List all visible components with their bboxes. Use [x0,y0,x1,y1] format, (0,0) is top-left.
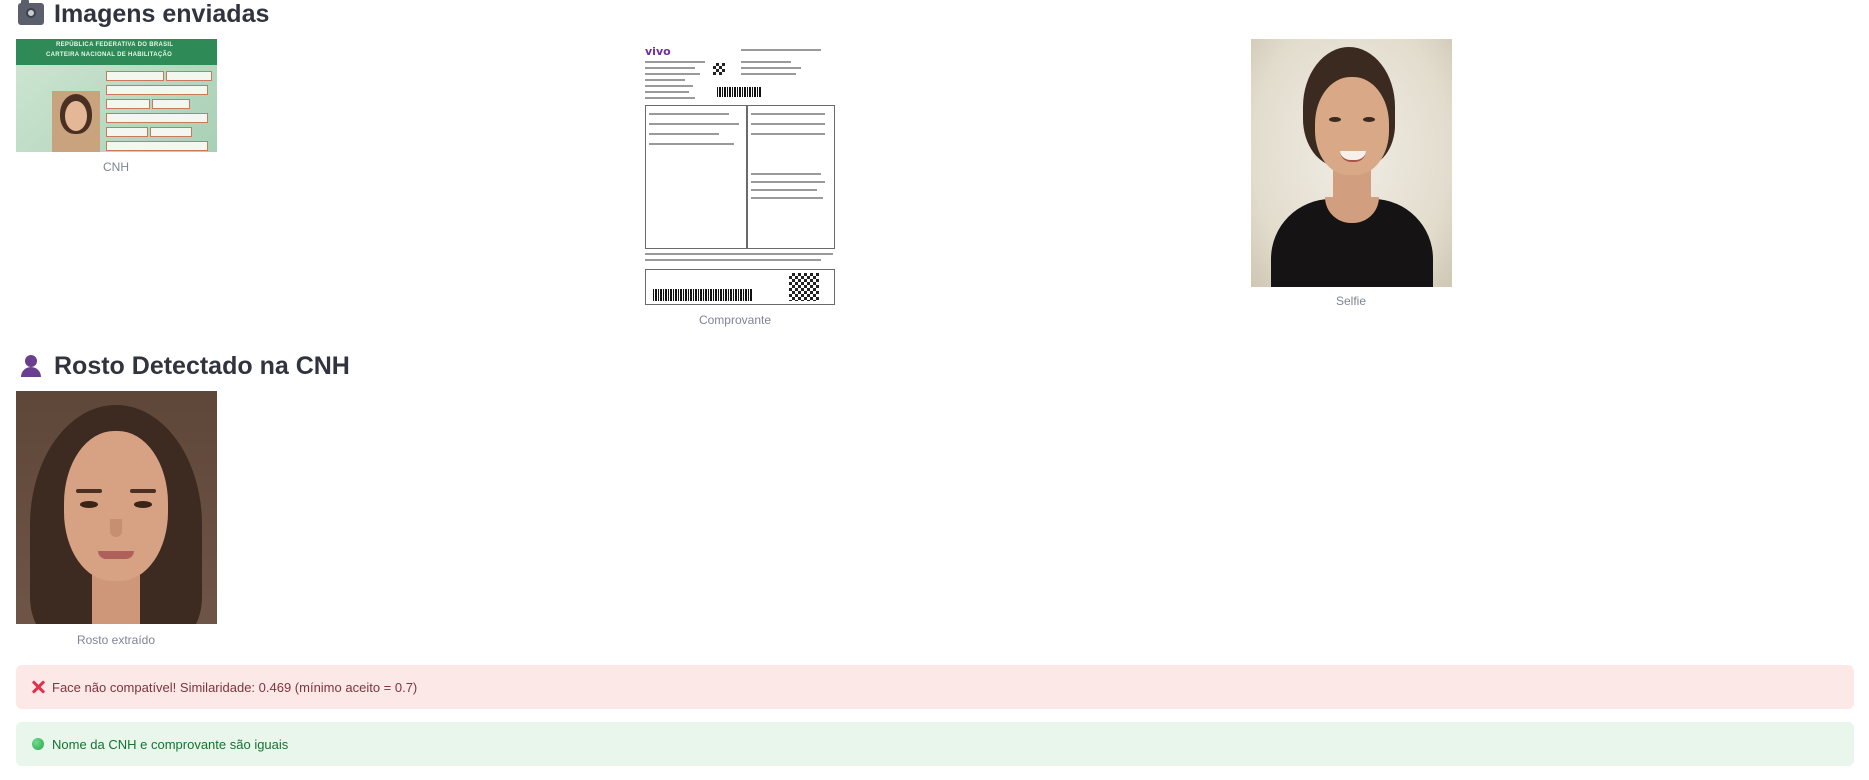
selfie-image [1251,39,1452,287]
cross-mark-icon [30,679,46,695]
cnh-subheader-text: CARTEIRA NACIONAL DE HABILITAÇÃO [46,52,173,58]
name-match-alert: Nome da CNH e comprovante são iguais [16,722,1854,766]
face-mismatch-text: Face não compatível! Similaridade: 0.469… [52,679,418,695]
camera-icon [18,0,44,25]
extracted-face-caption: Rosto extraído [76,633,156,647]
section-title-detected-label: Rosto Detectado na CNH [54,351,350,380]
face-mismatch-alert: Face não compatível! Similaridade: 0.469… [16,665,1854,709]
green-circle-icon [32,738,44,750]
section-title-uploaded-label: Imagens enviadas [54,0,270,28]
comprovante-image: vivo [643,43,836,305]
section-title-detected: Rosto Detectado na CNH [18,352,350,380]
name-match-text: Nome da CNH e comprovante são iguais [52,736,289,752]
comprovante-caption: Comprovante [698,313,772,327]
vivo-logo: vivo [645,45,671,58]
extracted-face-image [16,391,217,624]
cnh-header-text: REPÚBLICA FEDERATIVA DO BRASIL [56,42,174,48]
section-title-uploaded: Imagens enviadas [18,0,269,28]
cnh-photo [52,91,100,152]
selfie-caption: Selfie [1335,294,1367,308]
cnh-image: REPÚBLICA FEDERATIVA DO BRASIL CARTEIRA … [16,39,217,152]
cnh-caption: CNH [103,160,129,174]
person-icon [18,355,44,377]
